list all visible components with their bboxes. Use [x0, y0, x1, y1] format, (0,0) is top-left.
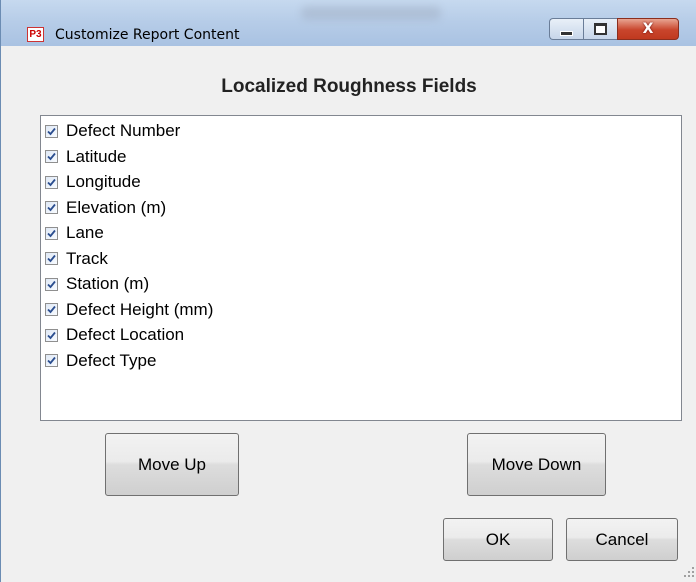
- list-item[interactable]: Latitude: [45, 144, 127, 170]
- field-checkbox[interactable]: [45, 354, 58, 367]
- field-label: Defect Location: [66, 325, 185, 344]
- resize-grip-icon[interactable]: [683, 566, 695, 578]
- minimize-icon: [560, 30, 573, 36]
- field-label: Defect Number: [66, 121, 181, 140]
- move-up-button[interactable]: Move Up: [105, 433, 239, 496]
- list-item[interactable]: Defect Height (mm): [45, 297, 213, 323]
- field-checkbox[interactable]: [45, 252, 58, 265]
- field-label: Station (m): [66, 274, 150, 293]
- maximize-icon: [594, 23, 607, 35]
- caption-buttons: X: [549, 18, 679, 42]
- list-item[interactable]: Lane: [45, 220, 104, 246]
- field-label: Defect Type: [66, 350, 157, 370]
- list-item[interactable]: Longitude: [45, 169, 141, 195]
- field-checkbox[interactable]: [45, 328, 58, 342]
- field-label: Defect Height (mm): [66, 299, 214, 319]
- field-label: Track: [66, 248, 108, 268]
- dialog-window: P3 Customize Report Content X Localized …: [0, 0, 696, 582]
- list-item[interactable]: Elevation (m): [45, 195, 166, 221]
- list-item[interactable]: Defect Location: [45, 322, 184, 348]
- move-down-button[interactable]: Move Down: [467, 433, 606, 496]
- close-icon: X: [642, 21, 654, 37]
- field-checkbox[interactable]: [45, 226, 58, 240]
- list-item[interactable]: Station (m): [45, 271, 149, 297]
- field-label: Elevation (m): [66, 197, 167, 217]
- field-checkbox[interactable]: [45, 277, 58, 291]
- list-item[interactable]: Track: [45, 246, 108, 272]
- field-checkbox[interactable]: [45, 201, 58, 214]
- field-label: Longitude: [66, 172, 141, 191]
- list-item[interactable]: Defect Type: [45, 348, 156, 374]
- background-window-title-blur: [301, 6, 441, 20]
- app-icon[interactable]: P3: [27, 27, 44, 42]
- fields-listbox[interactable]: Defect Number Latitude Longitude Elevation …: [40, 115, 682, 421]
- field-label: Latitude: [66, 146, 127, 166]
- section-heading: Localized Roughness Fields: [221, 76, 477, 97]
- field-checkbox[interactable]: [45, 124, 58, 138]
- window-title: Customize Report Content: [55, 27, 240, 43]
- minimize-button[interactable]: [549, 18, 583, 40]
- field-checkbox[interactable]: [45, 175, 58, 189]
- maximize-button[interactable]: [583, 18, 617, 40]
- field-checkbox[interactable]: [45, 303, 58, 316]
- close-button[interactable]: X: [617, 18, 679, 40]
- title-bar[interactable]: P3 Customize Report Content X: [1, 0, 696, 46]
- ok-button[interactable]: OK: [443, 518, 553, 561]
- cancel-button[interactable]: Cancel: [566, 518, 678, 561]
- list-item[interactable]: Defect Number: [45, 118, 180, 144]
- field-checkbox[interactable]: [45, 150, 58, 163]
- field-label: Lane: [66, 223, 104, 242]
